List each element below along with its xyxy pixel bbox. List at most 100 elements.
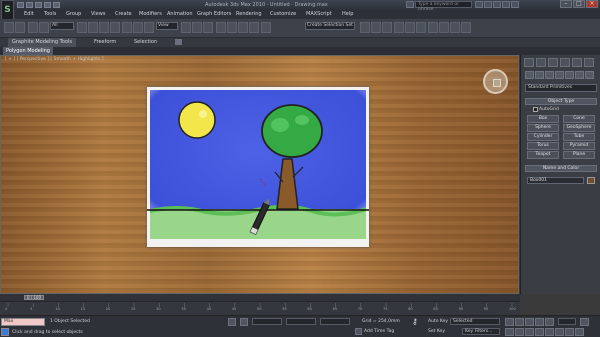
pan-icon[interactable] — [555, 328, 564, 336]
undo-icon[interactable] — [44, 2, 51, 8]
new-file-icon[interactable] — [17, 2, 24, 8]
menu-edit[interactable]: Edit — [24, 10, 34, 19]
maximize-viewport-icon[interactable] — [575, 328, 584, 336]
graphite-toggle-icon[interactable] — [394, 22, 404, 33]
next-frame-icon[interactable] — [535, 318, 544, 326]
zoom-icon[interactable] — [505, 328, 514, 336]
viewcube-icon[interactable] — [483, 69, 508, 94]
z-coordinate-field[interactable] — [320, 318, 350, 325]
maxscript-listener[interactable]: Max — [1, 318, 45, 326]
menu-tools[interactable]: Tools — [44, 10, 56, 19]
zoom-extents-icon[interactable] — [525, 328, 534, 336]
autogrid-checkbox[interactable] — [533, 107, 538, 112]
add-time-tag[interactable]: Add Time Tag — [364, 329, 394, 334]
key-filters-button[interactable]: Key Filters... — [462, 328, 500, 335]
play-icon[interactable] — [525, 318, 534, 326]
create-tab-icon[interactable] — [524, 58, 534, 67]
modify-tab-icon[interactable] — [536, 58, 546, 67]
schematic-view-icon[interactable] — [416, 22, 426, 33]
tab-polygon-modeling[interactable]: Polygon Modeling — [3, 47, 53, 55]
orbit-icon[interactable] — [565, 328, 574, 336]
viewport-label[interactable]: [ + ] [ Perspective ] [ Smooth + Highlig… — [5, 57, 103, 62]
layer-manager-icon[interactable] — [382, 22, 392, 33]
time-slider-thumb[interactable]: 0 / 100 — [24, 295, 44, 300]
y-coordinate-field[interactable] — [286, 318, 316, 325]
tube-button[interactable]: Tube — [563, 133, 595, 141]
utilities-tab-icon[interactable] — [584, 58, 594, 67]
communication-center-icon[interactable] — [493, 1, 501, 8]
viewcube-face[interactable] — [493, 79, 501, 87]
sphere-button[interactable]: Sphere — [527, 124, 559, 132]
menu-group[interactable]: Group — [66, 10, 81, 19]
menu-rendering[interactable]: Rendering — [236, 10, 262, 19]
key-mode-dropdown[interactable]: Selected — [450, 318, 500, 325]
hierarchy-tab-icon[interactable] — [548, 58, 558, 67]
render-production-icon[interactable] — [461, 22, 471, 33]
material-editor-icon[interactable] — [428, 22, 438, 33]
select-by-name-icon[interactable] — [88, 22, 98, 33]
torus-button[interactable]: Torus — [527, 142, 559, 150]
geometry-icon[interactable] — [525, 71, 534, 79]
motion-tab-icon[interactable] — [560, 58, 570, 67]
cylinder-button[interactable]: Cylinder — [527, 133, 559, 141]
auto-key-button[interactable]: Auto Key — [428, 319, 448, 324]
mirror-icon[interactable] — [360, 22, 370, 33]
tab-graphite-modeling-tools[interactable]: Graphite Modeling Tools — [8, 38, 77, 47]
object-color-swatch[interactable] — [587, 177, 595, 184]
select-manipulate-icon[interactable] — [192, 22, 202, 33]
current-frame-field[interactable] — [558, 318, 576, 325]
snaps-toggle-icon[interactable] — [216, 22, 226, 33]
binoculars-icon[interactable] — [406, 1, 414, 8]
scale-icon[interactable] — [144, 22, 154, 33]
save-file-icon[interactable] — [35, 2, 42, 8]
favorites-icon[interactable] — [502, 1, 510, 8]
redo-icon[interactable] — [53, 2, 60, 8]
cameras-icon[interactable] — [555, 71, 564, 79]
redo-icon[interactable] — [15, 22, 25, 33]
object-type-rollout[interactable]: Object Type — [525, 98, 597, 105]
minimize-icon[interactable]: – — [560, 0, 572, 8]
object-name-field[interactable]: Box001 — [527, 177, 584, 184]
perspective-viewport[interactable]: [ + ] [ Perspective ] [ Smooth + Highlig… — [0, 55, 519, 294]
time-slider-track[interactable] — [0, 294, 520, 301]
plane-button[interactable]: Plane — [563, 151, 595, 159]
systems-icon[interactable] — [585, 71, 594, 79]
undo-icon[interactable] — [4, 22, 14, 33]
zoom-extents-all-icon[interactable] — [535, 328, 544, 336]
rendered-frame-icon[interactable] — [450, 22, 460, 33]
box-button[interactable]: Box — [527, 115, 559, 123]
menu-modifiers[interactable]: Modifiers — [139, 10, 162, 19]
menu-graph-editors[interactable]: Graph Editors — [197, 10, 231, 19]
application-button[interactable]: S — [1, 0, 14, 20]
menu-create[interactable]: Create — [115, 10, 132, 19]
maxscript-output[interactable] — [1, 328, 9, 336]
search-input[interactable]: Type a keyword or phrase — [415, 1, 472, 12]
time-tag-icon[interactable] — [355, 328, 362, 335]
menu-customize[interactable]: Customize — [270, 10, 296, 19]
geosphere-button[interactable]: GeoSphere — [563, 124, 595, 132]
rotate-icon[interactable] — [133, 22, 143, 33]
field-of-view-icon[interactable] — [545, 328, 554, 336]
time-configuration-icon[interactable] — [580, 318, 589, 326]
go-to-start-icon[interactable] — [505, 318, 514, 326]
selection-region-icon[interactable] — [99, 22, 109, 33]
select-object-icon[interactable] — [77, 22, 87, 33]
align-icon[interactable] — [371, 22, 381, 33]
angle-snap-icon[interactable] — [227, 22, 237, 33]
move-icon[interactable] — [122, 22, 132, 33]
pyramid-button[interactable]: Pyramid — [563, 142, 595, 150]
search-icon[interactable] — [475, 1, 483, 8]
cone-button[interactable]: Cone — [563, 115, 595, 123]
window-crossing-icon[interactable] — [110, 22, 120, 33]
selection-filter-dropdown[interactable]: All — [50, 22, 74, 30]
x-coordinate-field[interactable] — [252, 318, 282, 325]
helpers-icon[interactable] — [565, 71, 574, 79]
reference-coordinate-dropdown[interactable]: View — [156, 22, 178, 30]
menu-help[interactable]: Help — [342, 10, 353, 19]
space-warps-icon[interactable] — [575, 71, 584, 79]
zoom-all-icon[interactable] — [515, 328, 524, 336]
menu-views[interactable]: Views — [91, 10, 105, 19]
render-setup-icon[interactable] — [439, 22, 449, 33]
subscription-icon[interactable] — [484, 1, 492, 8]
keyboard-shortcut-icon[interactable] — [203, 22, 213, 33]
